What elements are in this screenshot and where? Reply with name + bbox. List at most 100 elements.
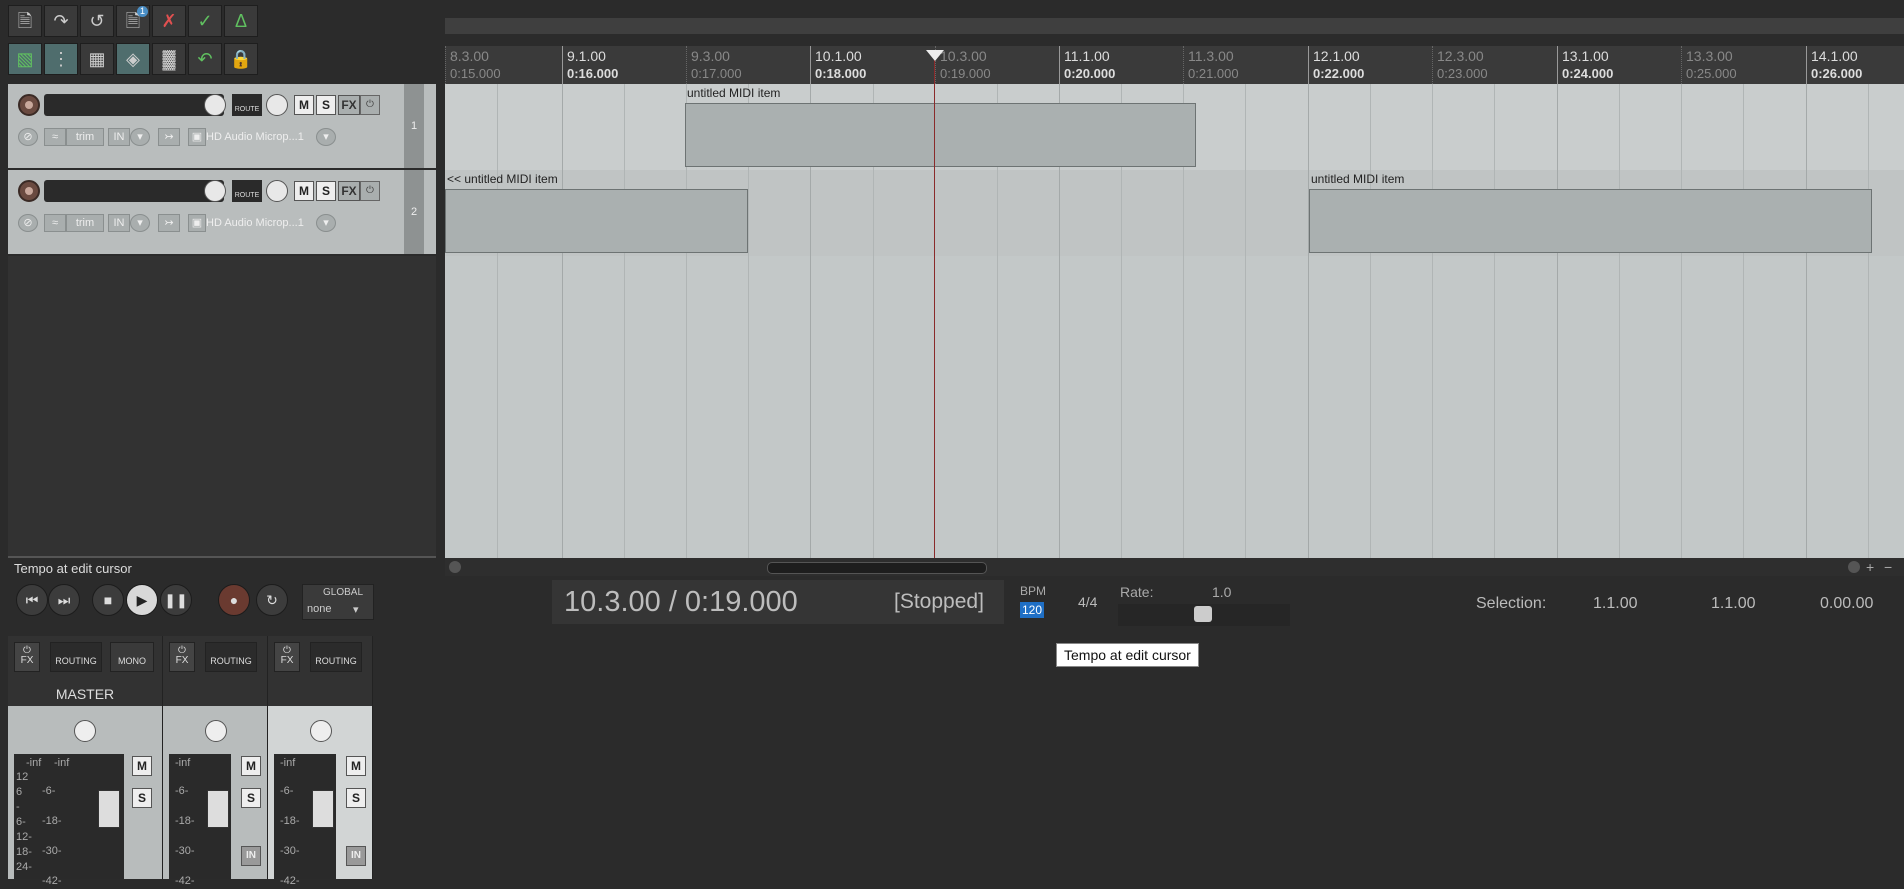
pause-icon[interactable]: ❚❚: [160, 584, 192, 616]
selection-length[interactable]: 0.00.00: [1820, 595, 1873, 613]
input-dropdown-icon[interactable]: ▾: [130, 214, 150, 232]
strip-fader[interactable]: [312, 790, 334, 828]
midi-item[interactable]: untitled MIDI item: [685, 84, 1196, 170]
metronome-icon[interactable]: Δ: [224, 5, 258, 37]
item-grouping-icon[interactable]: ⋮: [44, 43, 78, 75]
fx-button[interactable]: FX: [338, 181, 360, 201]
master-mono-button[interactable]: MONO: [110, 642, 154, 672]
scroll-left-icon[interactable]: [449, 561, 461, 573]
automation-mode-label[interactable]: trim: [66, 128, 104, 146]
record-icon[interactable]: ●: [218, 584, 250, 616]
ripple-edit-icon[interactable]: ▧: [8, 43, 42, 75]
strip-solo-button[interactable]: S: [241, 788, 261, 808]
selection-end[interactable]: 1.1.00: [1711, 595, 1755, 613]
route-button[interactable]: ROUTE: [232, 180, 262, 202]
track-1[interactable]: ROUTE M S FX ⏻ ⊘ ≈ trim IN ▾ ↣ ▣ HD Audi…: [8, 84, 436, 170]
scroll-right-icon[interactable]: [1848, 561, 1860, 573]
volume-knob[interactable]: [204, 180, 226, 202]
open-project-icon[interactable]: ↷: [44, 5, 78, 37]
input-monitor-label[interactable]: IN: [108, 128, 130, 146]
strip-pan-knob[interactable]: [310, 720, 332, 742]
strip-mute-button[interactable]: M: [346, 756, 366, 776]
fx-bypass-icon[interactable]: ⏻: [360, 95, 380, 115]
strip-solo-button[interactable]: S: [346, 788, 366, 808]
input-fx-icon[interactable]: ▣: [188, 128, 206, 146]
midi-item[interactable]: untitled MIDI item: [1309, 170, 1872, 256]
input-dropdown-icon[interactable]: ▾: [130, 128, 150, 146]
mute-button[interactable]: M: [294, 181, 314, 201]
route-button[interactable]: ROUTE: [232, 94, 262, 116]
midi-item[interactable]: << untitled MIDI item: [445, 170, 748, 256]
timeline-ruler[interactable]: 8.3.00 0:15.000 9.1.00 0:16.000 9.3.00 0:17…: [445, 46, 1904, 84]
item-body[interactable]: [1309, 189, 1872, 253]
item-body[interactable]: [445, 189, 748, 253]
go-to-end-icon[interactable]: ⏭: [48, 584, 80, 616]
zoom-in-icon[interactable]: +: [1866, 558, 1880, 576]
envelope-mode-icon[interactable]: ≈: [44, 214, 66, 232]
redo-icon[interactable]: ✓: [188, 5, 222, 37]
master-routing-button[interactable]: ROUTING: [50, 642, 102, 672]
master-mute-button[interactable]: M: [132, 756, 152, 776]
strip-input-button[interactable]: IN: [346, 846, 366, 866]
send-icon[interactable]: ↣: [158, 128, 180, 146]
project-settings-icon[interactable]: 🗎 1: [116, 5, 150, 37]
fx-bypass-icon[interactable]: ⏻: [360, 181, 380, 201]
snap-icon[interactable]: ▦: [80, 43, 114, 75]
automation-override[interactable]: GLOBAL none ▾: [302, 584, 374, 620]
strip-routing-button[interactable]: ROUTING: [205, 642, 257, 672]
record-arm-button[interactable]: [18, 94, 40, 116]
lock-icon[interactable]: 🔒: [224, 43, 258, 75]
record-arm-button[interactable]: [18, 180, 40, 202]
save-project-icon[interactable]: ↺: [80, 5, 114, 37]
strip-fx-button[interactable]: ⏻ FX: [169, 642, 195, 672]
volume-knob[interactable]: [204, 94, 226, 116]
time-display[interactable]: 10.3.00 / 0:19.000 [Stopped]: [552, 580, 1004, 624]
bpm-field[interactable]: 120: [1020, 602, 1044, 618]
scroll-thumb[interactable]: [767, 562, 987, 574]
input-select-dropdown-icon[interactable]: ▾: [316, 128, 336, 146]
track-2[interactable]: ROUTE M S FX ⏻ ⊘ ≈ trim IN ▾ ↣ ▣ HD Audi…: [8, 170, 436, 256]
strip-routing-button[interactable]: ROUTING: [310, 642, 362, 672]
repeat-icon[interactable]: ↻: [256, 584, 288, 616]
input-selector[interactable]: HD Audio Microp...1: [206, 214, 326, 232]
solo-button[interactable]: S: [316, 95, 336, 115]
new-project-icon[interactable]: 🗎: [8, 5, 42, 37]
solo-button[interactable]: S: [316, 181, 336, 201]
input-fx-icon[interactable]: ▣: [188, 214, 206, 232]
selection-start[interactable]: 1.1.00: [1593, 595, 1637, 613]
arrange-view[interactable]: untitled MIDI item << untitled MIDI item…: [445, 84, 1904, 558]
master-fx-button[interactable]: ⏻ FX: [14, 642, 40, 672]
pan-knob[interactable]: [266, 180, 288, 202]
rate-slider-handle[interactable]: [1194, 606, 1212, 622]
input-selector[interactable]: HD Audio Microp...1: [206, 128, 326, 146]
mute-button[interactable]: M: [294, 95, 314, 115]
horizontal-scrollbar[interactable]: + −: [445, 558, 1904, 576]
play-icon[interactable]: ▶: [126, 584, 158, 616]
master-solo-button[interactable]: S: [132, 788, 152, 808]
strip-input-button[interactable]: IN: [241, 846, 261, 866]
global-dropdown-icon[interactable]: ▾: [353, 603, 359, 616]
master-pan-knob[interactable]: [74, 720, 96, 742]
time-signature[interactable]: 4/4: [1078, 594, 1097, 610]
zoom-out-icon[interactable]: −: [1884, 558, 1898, 576]
fx-button[interactable]: FX: [338, 95, 360, 115]
grid-icon[interactable]: ▓: [152, 43, 186, 75]
input-select-dropdown-icon[interactable]: ▾: [316, 214, 336, 232]
track-name-field[interactable]: [44, 94, 224, 116]
track-name-field[interactable]: [44, 180, 224, 202]
strip-fader[interactable]: [207, 790, 229, 828]
strip-mute-button[interactable]: M: [241, 756, 261, 776]
phase-icon[interactable]: ⊘: [18, 214, 38, 232]
send-icon[interactable]: ↣: [158, 214, 180, 232]
rate-slider[interactable]: [1118, 604, 1290, 626]
loop-icon[interactable]: ↶: [188, 43, 222, 75]
phase-icon[interactable]: ⊘: [18, 128, 38, 146]
strip-fx-button[interactable]: ⏻ FX: [274, 642, 300, 672]
master-fader[interactable]: [98, 790, 120, 828]
stop-icon[interactable]: ■: [92, 584, 124, 616]
undo-icon[interactable]: ✗: [152, 5, 186, 37]
envelope-mode-icon[interactable]: ≈: [44, 128, 66, 146]
go-to-start-icon[interactable]: ⏮: [16, 584, 48, 616]
automation-mode-label[interactable]: trim: [66, 214, 104, 232]
input-monitor-label[interactable]: IN: [108, 214, 130, 232]
